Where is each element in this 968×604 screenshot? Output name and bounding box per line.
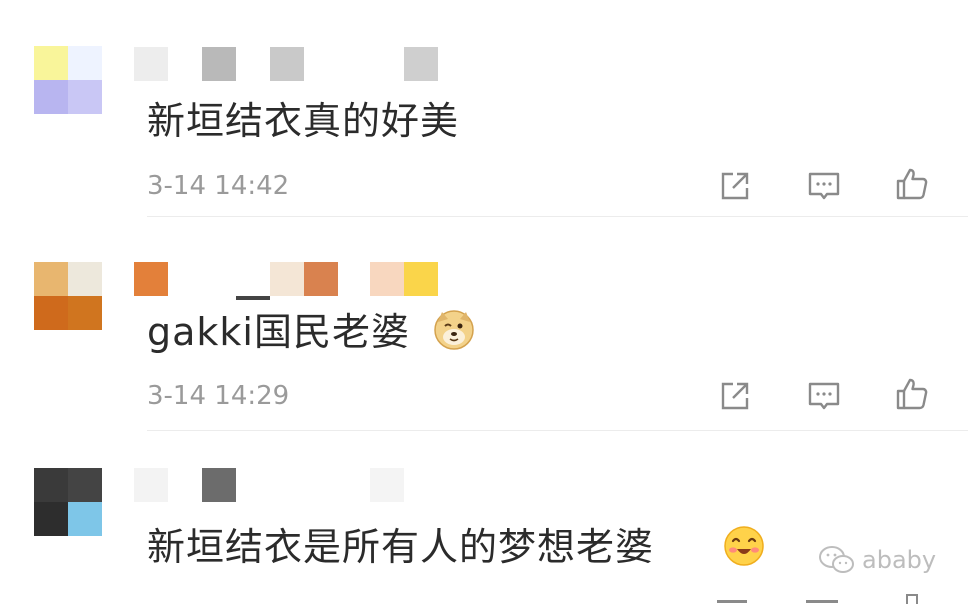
comment-time: 3-14 14:42: [147, 171, 290, 201]
avatar[interactable]: [34, 46, 102, 114]
comment-icon[interactable]: [806, 378, 842, 414]
thumbs-up-icon[interactable]: [906, 594, 926, 604]
comment-icon[interactable]: [806, 596, 846, 604]
comment-text: gakki国民老婆: [147, 309, 410, 355]
username[interactable]: [134, 468, 438, 502]
blush-smile-emoji-icon: [724, 526, 764, 566]
avatar[interactable]: [34, 262, 102, 330]
divider: [147, 430, 968, 431]
share-icon[interactable]: [717, 168, 753, 204]
share-icon[interactable]: [717, 378, 753, 414]
wechat-icon: [819, 546, 854, 573]
username[interactable]: [134, 47, 438, 81]
username[interactable]: [134, 262, 438, 302]
share-icon[interactable]: [717, 596, 757, 604]
comment-icon[interactable]: [806, 168, 842, 204]
comment-time: 3-14 14:29: [147, 381, 290, 411]
comment-text: 新垣结衣真的好美: [147, 99, 460, 143]
watermark-text: ababy: [862, 546, 937, 574]
avatar[interactable]: [34, 468, 102, 536]
comment-text-content: 新垣结衣是所有人的梦想老婆: [147, 525, 655, 569]
comment-text-content: gakki国民老婆: [147, 310, 410, 354]
doge-emoji-icon: [434, 310, 474, 350]
thumbs-up-icon[interactable]: [894, 166, 930, 202]
watermark: ababy: [818, 545, 936, 575]
thumbs-up-icon[interactable]: [894, 376, 930, 412]
comment-text: 新垣结衣是所有人的梦想老婆: [147, 524, 654, 570]
divider: [147, 216, 968, 217]
